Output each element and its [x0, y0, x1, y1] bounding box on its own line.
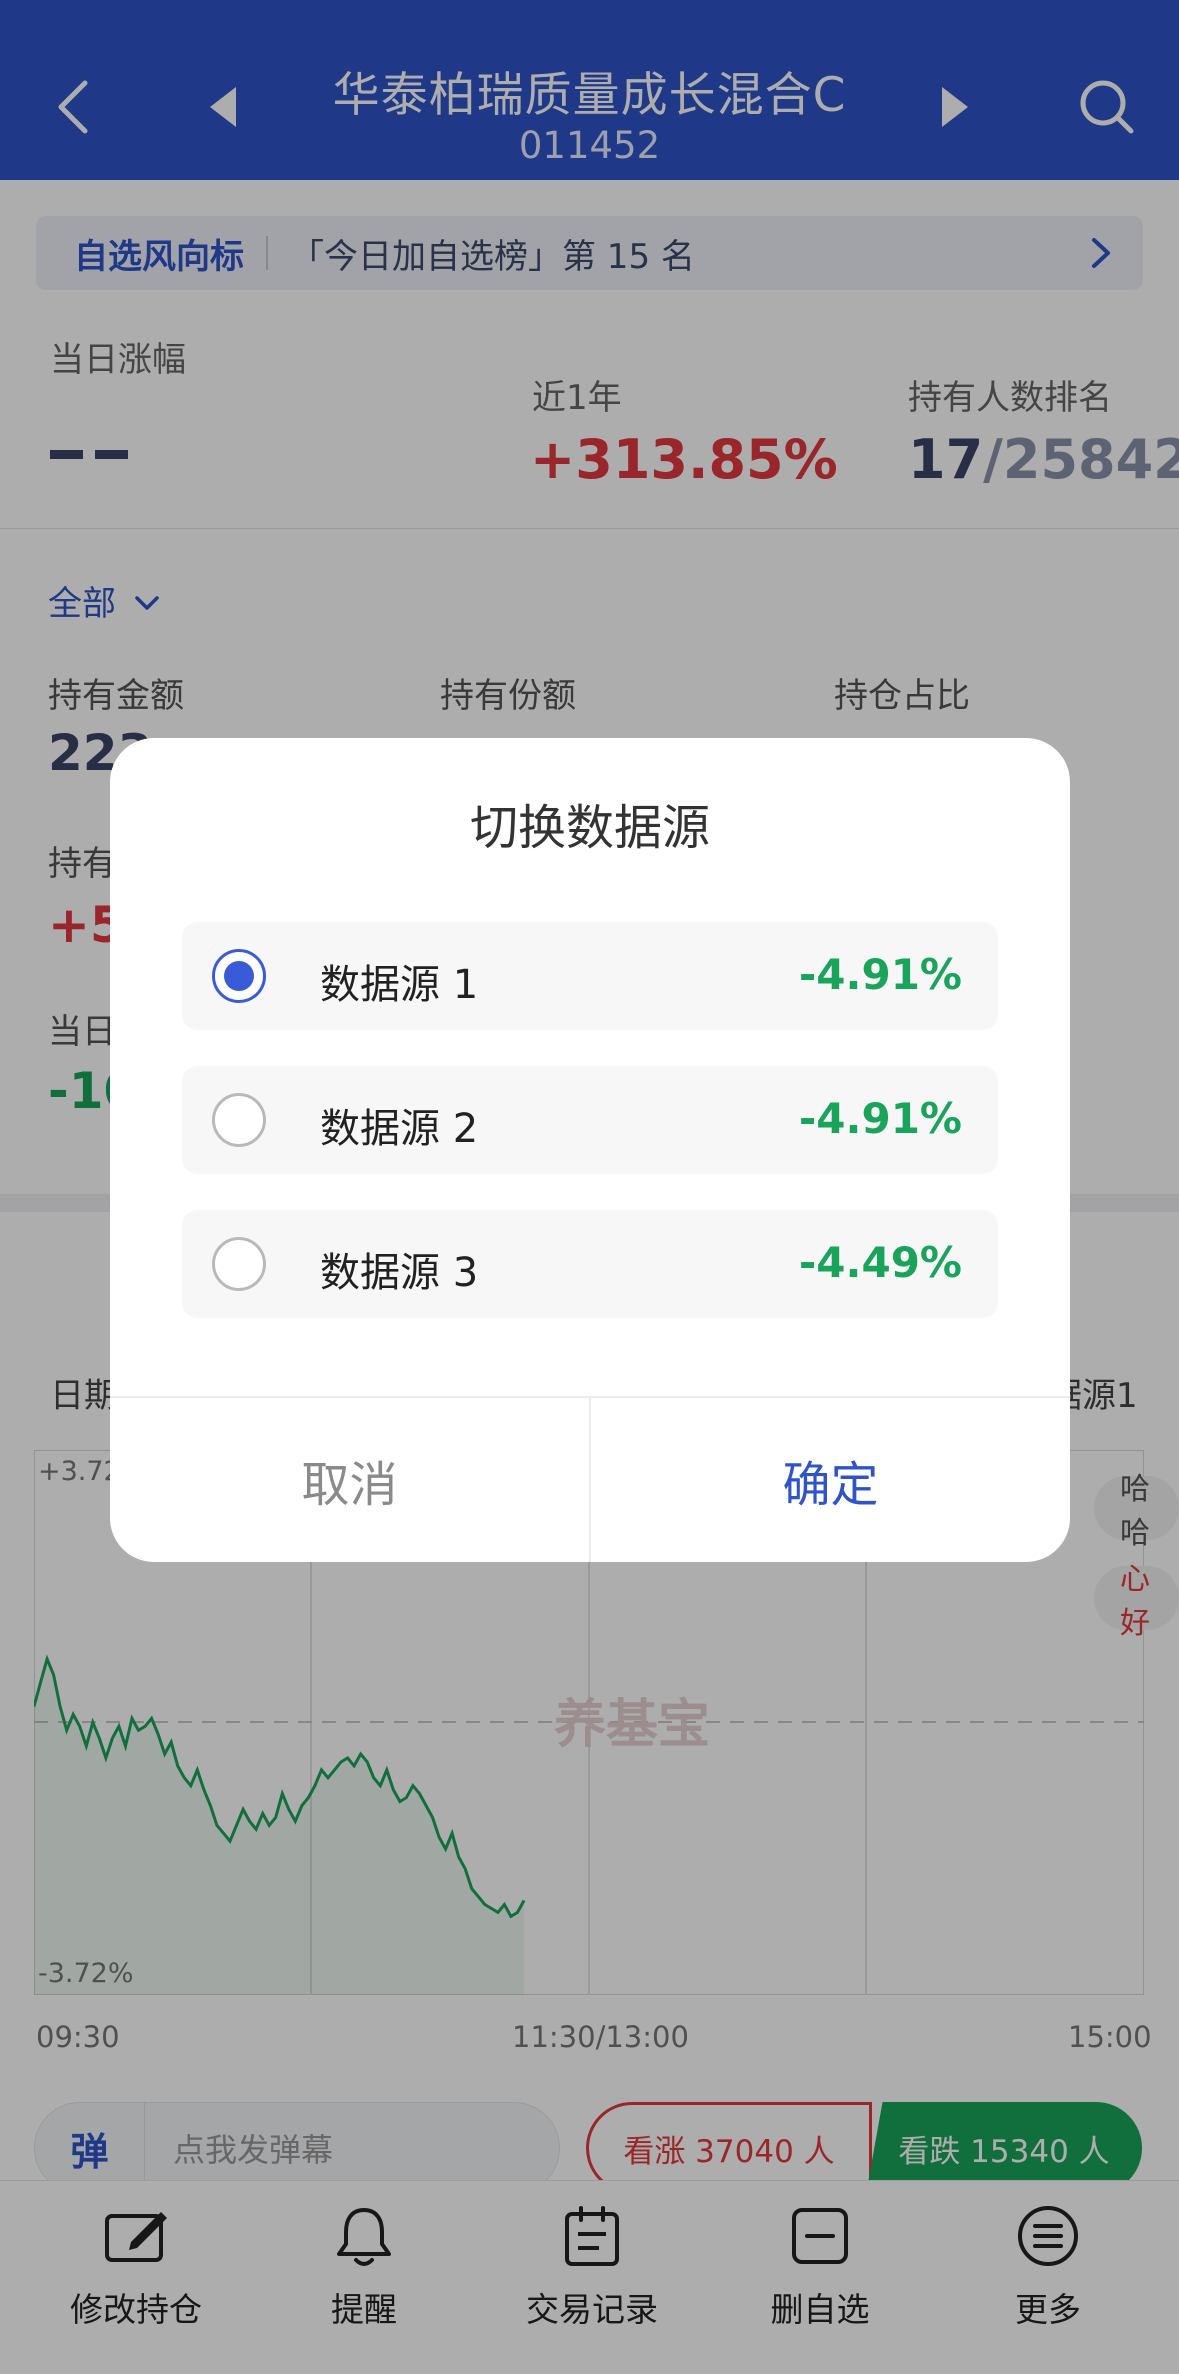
radio-unselected-icon[interactable]	[212, 1093, 266, 1147]
option-value: -4.91%	[798, 1094, 962, 1143]
data-source-option-2[interactable]: 数据源 2 -4.91%	[182, 1066, 998, 1174]
radio-unselected-icon[interactable]	[212, 1237, 266, 1291]
radio-selected-icon[interactable]	[212, 949, 266, 1003]
option-value: -4.49%	[798, 1238, 962, 1287]
option-value: -4.91%	[798, 950, 962, 999]
data-source-option-1[interactable]: 数据源 1 -4.91%	[182, 922, 998, 1030]
option-name: 数据源 3	[320, 1250, 479, 1296]
option-name: 数据源 1	[320, 962, 479, 1008]
cancel-button[interactable]: 取消	[110, 1398, 589, 1562]
option-name: 数据源 2	[320, 1106, 479, 1152]
switch-data-source-dialog: 切换数据源 数据源 1 -4.91% 数据源 2 -4.91% 数据源 3 -4…	[110, 738, 1070, 1562]
data-source-option-3[interactable]: 数据源 3 -4.49%	[182, 1210, 998, 1318]
dialog-title: 切换数据源	[469, 800, 710, 856]
confirm-button[interactable]: 确定	[591, 1398, 1070, 1562]
